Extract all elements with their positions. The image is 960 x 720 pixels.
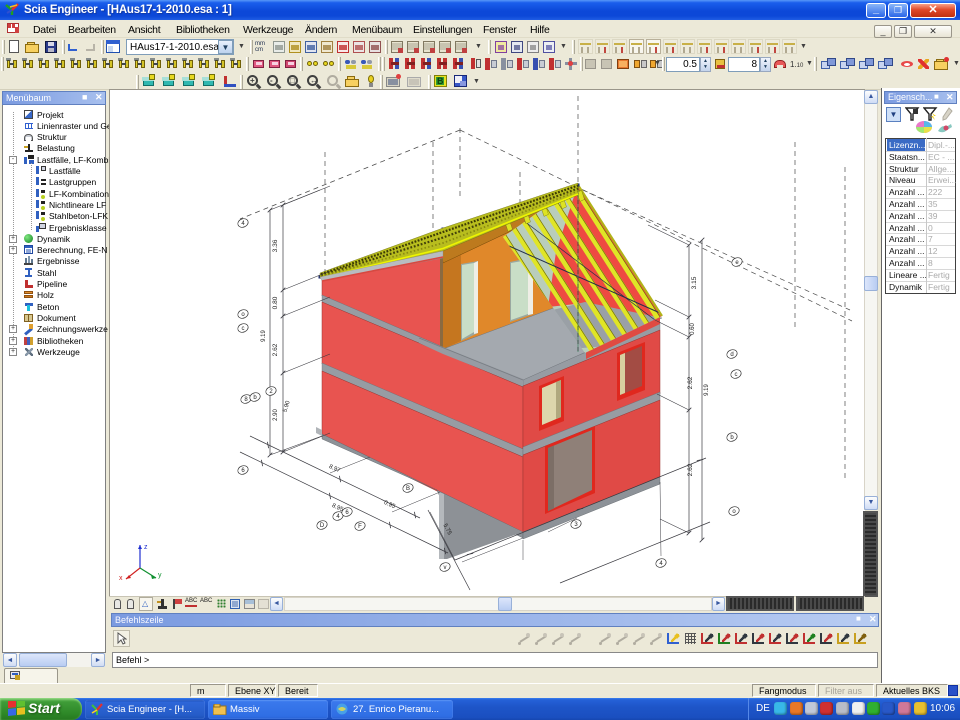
svg-text:2.90: 2.90: [273, 409, 279, 421]
svg-text:2.62: 2.62: [272, 343, 279, 356]
svg-text:0.80: 0.80: [272, 296, 279, 309]
svg-text:2.62: 2.62: [687, 376, 694, 389]
svg-text:F: F: [358, 524, 362, 530]
svg-text:d: d: [730, 352, 733, 358]
svg-text:B: B: [406, 486, 410, 492]
svg-text:c: c: [735, 372, 738, 378]
svg-text:0.60: 0.60: [690, 323, 696, 335]
svg-text:z: z: [144, 544, 148, 551]
svg-text:9.19: 9.19: [261, 330, 267, 342]
svg-text:x: x: [119, 575, 123, 582]
svg-text:3.15: 3.15: [691, 276, 698, 289]
svg-text:c: c: [242, 326, 245, 332]
svg-text:v: v: [444, 565, 447, 571]
svg-text:3.36: 3.36: [272, 239, 279, 252]
svg-text:9.19: 9.19: [704, 384, 710, 396]
svg-text:D: D: [320, 523, 325, 529]
svg-text:y: y: [158, 572, 162, 579]
